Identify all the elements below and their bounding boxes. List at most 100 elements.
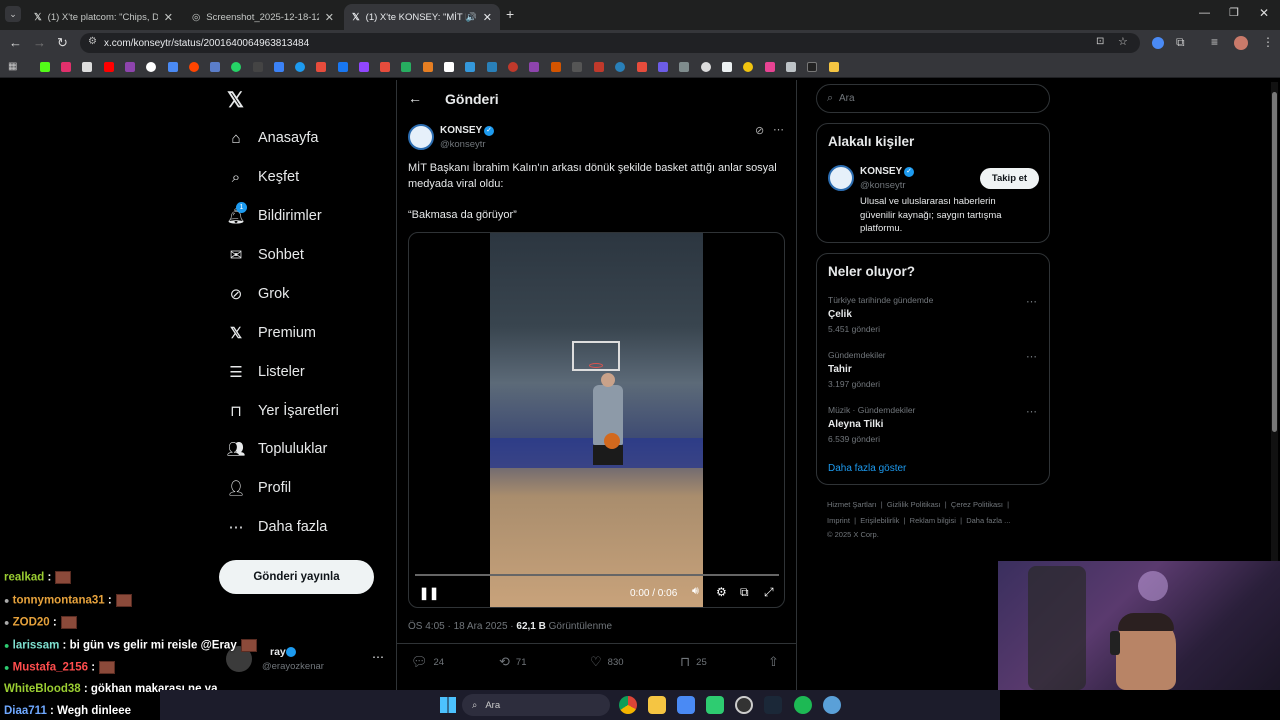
profile-avatar-icon[interactable]	[1234, 36, 1248, 50]
bookmark-icon[interactable]	[231, 62, 241, 72]
bookmark-icon[interactable]	[701, 62, 711, 72]
pause-icon[interactable]: ❚❚	[419, 586, 439, 600]
bookmark-icon[interactable]	[253, 62, 263, 72]
bookmark-icon[interactable]	[658, 62, 668, 72]
chrome-icon[interactable]	[619, 696, 637, 714]
obs-icon[interactable]	[735, 696, 753, 714]
bookmark-icon[interactable]	[572, 62, 582, 72]
sidebar-item-topluluklar[interactable]: 👥︎ Topluluklar	[226, 434, 327, 464]
trend-item[interactable]: Türkiye tarihinde gündemde Çelik 5.451 g…	[828, 295, 1040, 334]
browser-tab[interactable]: 𝕏 (1) X'te platcom: "Chips, Dubai ✕	[26, 4, 181, 30]
post-timestamp[interactable]: ÖS 4:05 · 18 Ara 2025 ·	[408, 621, 516, 632]
sidebar-item-grok[interactable]: ⊘ Grok	[226, 279, 290, 309]
bookmark-icon[interactable]	[189, 62, 199, 72]
bookmark-icon[interactable]	[465, 62, 475, 72]
close-tab-icon[interactable]: ✕	[164, 11, 173, 24]
show-more-link[interactable]: Daha fazla göster	[828, 463, 906, 474]
bookmark-icon[interactable]	[594, 62, 604, 72]
pip-icon[interactable]: ⧉	[740, 585, 749, 600]
like-button[interactable]: ♡ 830	[590, 654, 624, 670]
bookmark-icon[interactable]	[338, 62, 348, 72]
bookmark-icon[interactable]	[786, 62, 796, 72]
trend-item[interactable]: Müzik · Gündemdekiler Aleyna Tilki 6.539…	[828, 405, 1040, 444]
app-icon[interactable]	[823, 696, 841, 714]
bookmark-star-icon[interactable]: ☆	[1118, 35, 1128, 48]
author-handle[interactable]: @konseytr	[440, 139, 486, 150]
footer-links[interactable]: Imprint | Erişilebilirlik | Reklam bilgi…	[827, 516, 1010, 525]
more-icon[interactable]: ⋯	[1026, 295, 1037, 308]
bookmark-button[interactable]: ⊓ 25	[680, 654, 707, 670]
bookmark-icon[interactable]	[743, 62, 753, 72]
bookmark-icon[interactable]	[529, 62, 539, 72]
apps-grid-icon[interactable]: ▦	[8, 61, 17, 72]
url-field[interactable]: ⚙ x.com/konseytr/status/2001640064963813…	[80, 33, 1140, 53]
forward-icon[interactable]: →	[33, 35, 46, 50]
site-info-icon[interactable]: ⚙	[88, 36, 97, 47]
folder-icon[interactable]	[648, 696, 666, 714]
video-player[interactable]: ❚❚ 0:00 / 0:06 🔊︎ ⚙ ⧉ ⤢	[408, 232, 785, 608]
bookmark-icon[interactable]	[637, 62, 647, 72]
taskbar-search[interactable]: ⌕ Ara	[462, 694, 610, 716]
video-progress-track[interactable]	[415, 574, 779, 576]
sidebar-item-listeler[interactable]: ☰ Listeler	[226, 357, 304, 387]
bookmark-icon[interactable]	[380, 62, 390, 72]
more-icon[interactable]: ⋯	[1026, 350, 1037, 363]
bookmark-icon[interactable]	[82, 62, 92, 72]
install-icon[interactable]: ⊡	[1096, 36, 1104, 47]
search-input[interactable]: ⌕ Ara	[816, 84, 1050, 113]
tab-list-icon[interactable]: ≡	[1211, 35, 1218, 49]
bookmark-icon[interactable]	[679, 62, 689, 72]
bookmark-icon[interactable]	[508, 62, 518, 72]
follow-button[interactable]: Takip et	[980, 168, 1039, 189]
close-tab-icon[interactable]: ✕	[483, 11, 492, 24]
author-avatar[interactable]	[408, 124, 434, 150]
steam-icon[interactable]	[764, 696, 782, 714]
bookmark-icon[interactable]	[210, 62, 220, 72]
sidebar-item-anasayfa[interactable]: ⌂ Anasayfa	[226, 123, 318, 153]
bookmark-icon[interactable]	[615, 62, 625, 72]
sidebar-item-premium[interactable]: 𝕏 Premium	[226, 318, 316, 348]
bookmark-icon[interactable]	[40, 62, 50, 72]
bookmark-icon[interactable]	[61, 62, 71, 72]
tab-search-button[interactable]: ⌄	[5, 6, 21, 22]
bookmark-icon[interactable]	[444, 62, 454, 72]
grok-icon[interactable]: ⊘	[755, 124, 764, 137]
bookmark-icon[interactable]	[765, 62, 775, 72]
scrollbar-thumb[interactable]	[1272, 92, 1277, 432]
bookmark-icon[interactable]	[104, 62, 114, 72]
bookmark-icon[interactable]	[168, 62, 178, 72]
folder-icon[interactable]	[829, 62, 839, 72]
bookmark-icon[interactable]	[807, 62, 817, 72]
back-icon[interactable]: ←	[9, 35, 22, 50]
bookmark-icon[interactable]	[359, 62, 369, 72]
footer-links[interactable]: Hizmet Şartları | Gizlilik Politikası | …	[827, 500, 1009, 509]
bookmark-icon[interactable]	[274, 62, 284, 72]
bookmark-icon[interactable]	[125, 62, 135, 72]
reply-button[interactable]: 💬︎ 24	[411, 654, 444, 670]
post-button[interactable]: Gönderi yayınla	[219, 560, 374, 594]
browser-menu-icon[interactable]: ⋮	[1262, 35, 1274, 49]
sidebar-item-bildirimler[interactable]: 🔔︎ 1 Bildirimler	[226, 201, 322, 231]
sidebar-item-yer-isaretleri[interactable]: ⊓ Yer İşaretleri	[226, 396, 339, 426]
share-button[interactable]: ⇧	[768, 654, 785, 670]
more-icon[interactable]: ⋯	[372, 650, 384, 664]
avatar[interactable]	[828, 165, 854, 191]
more-icon[interactable]: ⋯	[1026, 405, 1037, 418]
bookmark-icon[interactable]	[487, 62, 497, 72]
bookmark-icon[interactable]	[722, 62, 732, 72]
sidebar-item-daha-fazla[interactable]: ⋯ Daha fazla	[226, 512, 328, 542]
bookmark-icon[interactable]	[295, 62, 305, 72]
trend-item[interactable]: Gündemdekiler Tahir 3.197 gönderi ⋯	[828, 350, 1040, 389]
speaker-icon[interactable]: 🔊	[466, 12, 477, 23]
bookmark-icon[interactable]	[316, 62, 326, 72]
settings-icon[interactable]: ⚙	[716, 585, 727, 599]
bookmark-icon[interactable]	[146, 62, 156, 72]
x-logo-icon[interactable]: 𝕏	[227, 88, 244, 113]
bookmark-icon[interactable]	[551, 62, 561, 72]
windows-start-icon[interactable]	[440, 697, 456, 713]
extensions-puzzle-icon[interactable]: ⧉	[1176, 35, 1185, 50]
extension-icon[interactable]	[1152, 37, 1164, 49]
volume-icon[interactable]: 🔊︎	[692, 585, 699, 598]
maximize-button[interactable]: ❐	[1229, 6, 1239, 19]
minimize-button[interactable]: —	[1199, 7, 1210, 19]
